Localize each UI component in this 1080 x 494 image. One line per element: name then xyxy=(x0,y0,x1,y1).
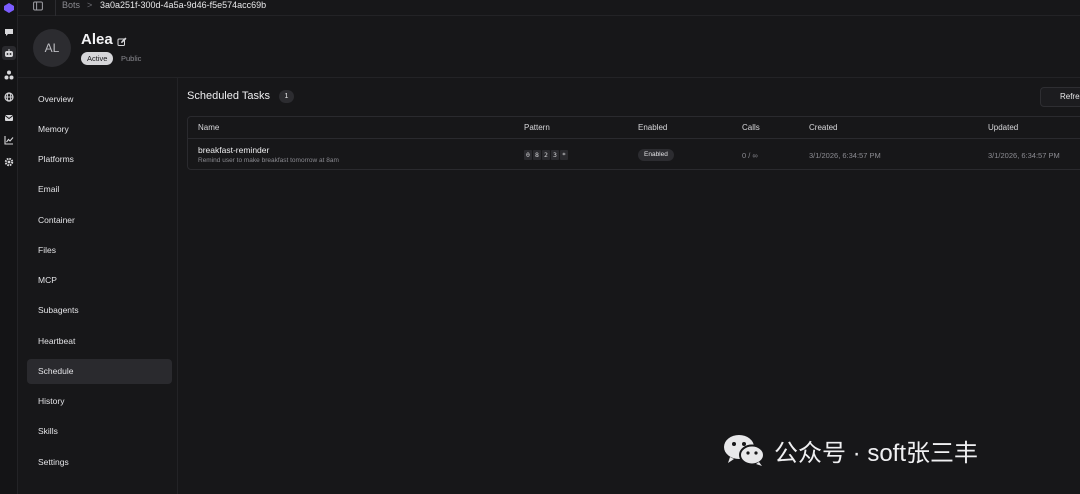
visibility-label: Public xyxy=(121,54,142,63)
icon-rail xyxy=(0,0,18,494)
topbar-divider xyxy=(55,0,56,16)
network-icon[interactable] xyxy=(2,68,16,82)
app-window: Bots > 3a0a251f-300d-4a5a-9d46-f5e574acc… xyxy=(0,0,1080,494)
column-header-pattern: Pattern xyxy=(524,123,550,132)
created-value: 3/1/2026, 6:34:57 PM xyxy=(809,151,881,160)
bot-icon[interactable] xyxy=(2,46,16,60)
nav-item-settings[interactable]: Settings xyxy=(27,450,172,475)
breadcrumb-bots-link[interactable]: Bots xyxy=(62,0,80,10)
calls-value: 0 / ∞ xyxy=(742,151,758,160)
bot-subnav: Overview Memory Platforms Email Containe… xyxy=(18,78,178,494)
nav-item-platforms[interactable]: Platforms xyxy=(27,147,172,172)
nav-item-container[interactable]: Container xyxy=(27,208,172,233)
breadcrumb-current: 3a0a251f-300d-4a5a-9d46-f5e574acc69b xyxy=(100,0,267,10)
nav-item-mcp[interactable]: MCP xyxy=(27,268,172,293)
watermark-text: 公众号 · soft张三丰 xyxy=(774,439,979,467)
watermark: 公众号 · soft张三丰 xyxy=(722,430,978,470)
nav-item-subagents[interactable]: Subagents xyxy=(27,298,172,323)
nav-item-schedule[interactable]: Schedule xyxy=(27,359,172,384)
settings-icon[interactable] xyxy=(2,155,16,169)
nav-item-heartbeat[interactable]: Heartbeat xyxy=(27,329,172,354)
avatar: AL xyxy=(33,29,71,67)
cron-pattern: 0 8 2 3 * xyxy=(524,150,568,160)
cron-field: 2 xyxy=(542,150,550,160)
wechat-logo-icon xyxy=(724,435,765,466)
sidebar-toggle-icon[interactable] xyxy=(33,1,45,13)
globe-icon[interactable] xyxy=(2,90,16,104)
column-header-calls: Calls xyxy=(742,123,760,132)
refresh-button[interactable]: Refresh xyxy=(1040,87,1080,107)
updated-value: 3/1/2026, 6:34:57 PM xyxy=(988,151,1060,160)
nav-item-memory[interactable]: Memory xyxy=(27,117,172,142)
task-name: breakfast-reminder xyxy=(198,145,270,155)
nav-item-overview[interactable]: Overview xyxy=(27,87,172,112)
edit-name-icon[interactable] xyxy=(117,34,127,46)
column-header-created: Created xyxy=(809,123,838,132)
breadcrumb-chevron-icon: > xyxy=(87,0,93,10)
cron-field: * xyxy=(560,150,568,160)
column-header-name: Name xyxy=(198,123,220,132)
table-header: Name Pattern Enabled Calls Created Updat… xyxy=(188,117,1080,139)
column-header-enabled: Enabled xyxy=(638,123,668,132)
nav-item-files[interactable]: Files xyxy=(27,238,172,263)
scheduled-tasks-table: Name Pattern Enabled Calls Created Updat… xyxy=(187,116,1080,170)
nav-item-email[interactable]: Email xyxy=(27,177,172,202)
nav-item-skills[interactable]: Skills xyxy=(27,419,172,444)
logo-icon[interactable] xyxy=(2,1,16,15)
enabled-badge: Enabled xyxy=(638,149,674,161)
cron-field: 0 xyxy=(524,150,532,160)
top-bar: Bots > 3a0a251f-300d-4a5a-9d46-f5e574acc… xyxy=(18,0,1080,16)
chart-icon[interactable] xyxy=(2,133,16,147)
status-badge: Active xyxy=(81,52,114,65)
chat-icon[interactable] xyxy=(2,25,16,39)
cron-field: 8 xyxy=(533,150,541,160)
column-header-updated: Updated xyxy=(988,123,1019,132)
task-count-badge: 1 xyxy=(279,90,294,103)
cron-field: 3 xyxy=(551,150,559,160)
nav-item-history[interactable]: History xyxy=(27,389,172,414)
page-title: Scheduled Tasks xyxy=(187,90,270,102)
task-description: Remind user to make breakfast tomorrow a… xyxy=(198,157,339,164)
bot-name: Alea xyxy=(81,31,113,48)
mail-icon[interactable] xyxy=(2,111,16,125)
